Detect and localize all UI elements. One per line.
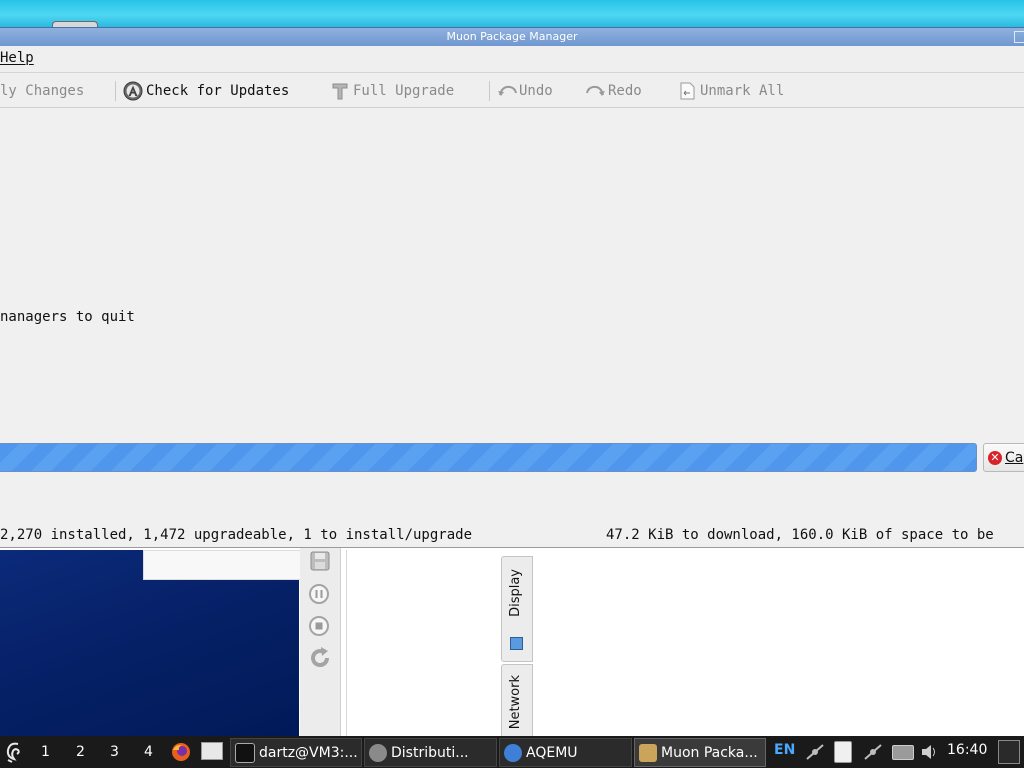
maximize-button[interactable] (1014, 31, 1024, 43)
taskbar: 1 2 3 4 dartz@VM3:... Distributi... AQEM… (0, 736, 1024, 768)
tab-network[interactable]: Network (501, 664, 533, 742)
clipboard-icon[interactable] (834, 741, 852, 763)
workspace-3[interactable]: 3 (110, 744, 119, 760)
workspace-4[interactable]: 4 (144, 744, 153, 760)
package-counts: 2,270 installed, 1,472 upgradeable, 1 to… (0, 527, 473, 543)
aqemu-window: Display Network (0, 548, 1024, 742)
cancel-icon: ✕ (988, 450, 1002, 465)
pause-icon (315, 590, 323, 598)
task-distribution[interactable]: Distributi... (364, 738, 497, 767)
window-titlebar[interactable]: Muon Package Manager (0, 27, 1024, 47)
menubar: Help (0, 46, 1024, 73)
clock[interactable]: 16:40 (947, 742, 987, 758)
cancel-button[interactable]: ✕ Ca (983, 443, 1024, 472)
download-size: 47.2 KiB to download, 160.0 KiB of space… (606, 527, 994, 543)
cancel-label: Ca (1005, 449, 1024, 466)
status-message: nanagers to quit (0, 309, 135, 325)
stop-icon (315, 622, 323, 630)
toolbar-separator (489, 81, 490, 101)
workspace-2[interactable]: 2 (76, 744, 85, 760)
window-title: Muon Package Manager (446, 30, 578, 43)
undo-button[interactable]: Undo (496, 80, 553, 102)
unmark-all-button[interactable]: Unmark All (677, 80, 784, 102)
check-updates-button[interactable]: Check for Updates (123, 80, 289, 102)
power-icon[interactable] (998, 740, 1020, 764)
stop-button[interactable] (309, 616, 329, 636)
full-upgrade-label: Full Upgrade (353, 83, 455, 99)
aqemu-icon (504, 743, 522, 762)
reset-icon[interactable] (308, 646, 332, 674)
vm-toolbar-area (143, 550, 301, 580)
drive-icon[interactable] (892, 745, 914, 760)
toolbar: ly Changes Check for Updates Full Upgrad… (0, 73, 1024, 108)
show-desktop-icon[interactable] (201, 742, 223, 760)
tab-network-label: Network (508, 675, 523, 730)
check-updates-label: Check for Updates (146, 83, 290, 99)
upgrade-arrow-icon (330, 81, 350, 101)
tab-display-label: Display (508, 569, 523, 617)
apply-changes-label: ly Changes (0, 83, 85, 99)
task-distribution-label: Distributi... (391, 744, 469, 761)
full-upgrade-button[interactable]: Full Upgrade (330, 80, 454, 102)
vm-list[interactable] (346, 550, 495, 736)
language-indicator[interactable]: EN (774, 742, 795, 758)
workspace-1[interactable]: 1 (41, 744, 50, 760)
software-center-icon (369, 743, 387, 762)
network-icon[interactable] (805, 743, 825, 765)
progress-bar (0, 443, 977, 472)
redo-button[interactable]: Redo (585, 80, 642, 102)
terminal-icon (235, 742, 255, 763)
redo-icon (585, 81, 605, 101)
task-terminal-label: dartz@VM3:... (259, 744, 358, 761)
redo-label: Redo (608, 83, 642, 99)
firefox-icon[interactable] (170, 741, 192, 767)
statusbar: 2,270 installed, 1,472 upgradeable, 1 to… (0, 525, 1024, 548)
unmark-document-icon (677, 81, 697, 101)
vm-control-buttons (300, 548, 341, 736)
desktop-background (0, 0, 1024, 30)
undo-label: Undo (519, 83, 553, 99)
task-muon-label: Muon Packa... (661, 744, 758, 761)
task-aqemu-label: AQEMU (526, 744, 578, 761)
vm-settings-tabs: Display Network (501, 556, 533, 742)
menu-help[interactable]: Help (0, 50, 34, 66)
pause-button[interactable] (309, 584, 329, 604)
unmark-all-label: Unmark All (700, 83, 785, 99)
apply-changes-button[interactable]: ly Changes (0, 80, 84, 102)
undo-icon (496, 81, 517, 101)
package-icon (639, 743, 657, 762)
task-terminal[interactable]: dartz@VM3:... (230, 738, 362, 767)
network-connection-icon[interactable] (863, 743, 883, 765)
task-muon[interactable]: Muon Packa... (634, 738, 766, 767)
task-aqemu[interactable]: AQEMU (499, 738, 632, 767)
save-icon[interactable] (309, 550, 331, 576)
monitor-icon (510, 637, 523, 650)
debian-menu-icon[interactable] (4, 740, 26, 768)
software-center-icon (123, 81, 143, 101)
volume-icon[interactable] (920, 743, 940, 765)
tab-display[interactable]: Display (501, 556, 533, 662)
toolbar-separator (115, 81, 116, 101)
